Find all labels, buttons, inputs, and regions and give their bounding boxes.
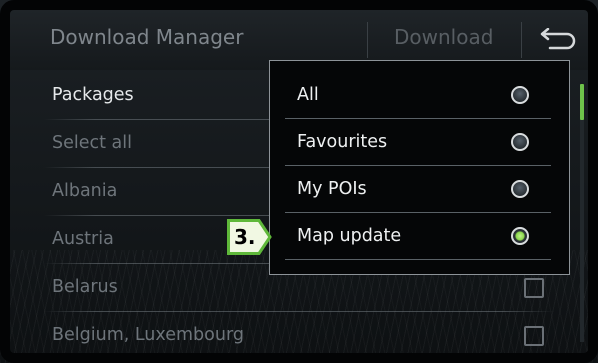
option-label: Favourites xyxy=(297,132,388,152)
radio-button[interactable] xyxy=(511,133,529,151)
option-divider xyxy=(285,212,551,213)
option-label: Map update xyxy=(297,226,402,246)
option-favourites[interactable]: Favourites xyxy=(285,120,551,166)
step-number: 3. xyxy=(234,225,256,249)
radio-button-selected[interactable] xyxy=(511,227,529,245)
scrollbar-track[interactable] xyxy=(580,90,584,342)
radio-button[interactable] xyxy=(511,86,529,104)
list-item-label: Packages xyxy=(52,85,134,105)
list-item-label: Belarus xyxy=(52,277,118,297)
list-item-belgium-luxembourg[interactable]: Belgium, Luxembourg xyxy=(44,312,554,360)
belarus-checkbox[interactable] xyxy=(524,278,544,298)
list-item-label: Albania xyxy=(52,181,118,201)
list-item-label: Belgium, Luxembourg xyxy=(52,325,244,345)
belgium-luxembourg-checkbox[interactable] xyxy=(524,326,544,346)
option-divider xyxy=(285,118,551,119)
option-divider xyxy=(285,259,551,260)
option-my-pois[interactable]: My POIs xyxy=(285,167,551,213)
radio-button[interactable] xyxy=(511,180,529,198)
option-label: All xyxy=(297,85,319,105)
filter-popup: All Favourites My POIs Map update xyxy=(269,60,570,275)
option-map-update[interactable]: Map update xyxy=(285,214,551,260)
option-all[interactable]: All xyxy=(285,73,551,119)
list-item-label: Select all xyxy=(52,133,132,153)
download-button-label: Download xyxy=(394,25,494,49)
infotainment-screen: Download Manager Download Packages Selec… xyxy=(0,0,598,363)
scrollbar-thumb[interactable] xyxy=(580,84,584,120)
option-divider xyxy=(285,165,551,166)
page-title: Download Manager xyxy=(50,25,244,49)
step-callout: 3. xyxy=(227,219,272,255)
option-label: My POIs xyxy=(297,179,367,199)
list-item-label: Austria xyxy=(52,229,114,249)
return-arrow-icon xyxy=(540,28,576,50)
